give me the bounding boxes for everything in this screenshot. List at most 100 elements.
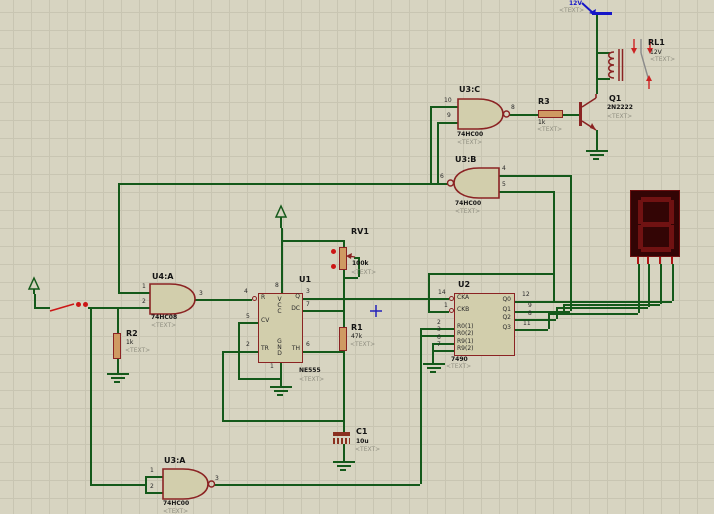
- wire-segment[interactable]: [145, 492, 163, 494]
- resistor-r1[interactable]: [339, 327, 347, 351]
- wire-segment[interactable]: [570, 175, 572, 311]
- switch-blade-icon[interactable]: [48, 300, 78, 314]
- wire-segment[interactable]: [437, 122, 458, 124]
- wire-segment[interactable]: [238, 322, 258, 324]
- wire-segment[interactable]: [343, 310, 345, 327]
- wire-segment[interactable]: [343, 351, 345, 432]
- wire-segment[interactable]: [428, 273, 553, 275]
- wire-segment[interactable]: [556, 307, 648, 309]
- u2-name-q3: Q3: [502, 324, 511, 331]
- nand-gate-u3b[interactable]: [446, 167, 501, 199]
- r2-value: 1k: [126, 339, 134, 346]
- wire-segment[interactable]: [222, 420, 343, 422]
- wire-segment[interactable]: [195, 299, 252, 301]
- relay-coil-icon: [608, 51, 615, 79]
- wire-segment[interactable]: [281, 228, 283, 293]
- wire-segment[interactable]: [303, 298, 449, 300]
- u3c-ref: U3:C: [459, 85, 481, 94]
- wire-segment[interactable]: [420, 328, 422, 484]
- wire-segment[interactable]: [430, 106, 458, 108]
- emitter-arrow-icon: [590, 123, 596, 130]
- wire-segment[interactable]: [118, 292, 150, 294]
- ground-symbol-icon[interactable]: [584, 149, 608, 162]
- q1-value: 2N2222: [607, 104, 633, 111]
- r3-ref: R3: [538, 97, 550, 106]
- wire-segment[interactable]: [238, 378, 280, 380]
- power-arrow-icon[interactable]: [274, 204, 288, 229]
- wire-segment[interactable]: [660, 264, 662, 304]
- segment-e: [638, 225, 643, 249]
- resistor-r3[interactable]: [538, 110, 563, 118]
- rv1-value: 100k: [352, 260, 369, 267]
- wire-segment[interactable]: [637, 257, 639, 264]
- wire-segment[interactable]: [548, 313, 550, 329]
- schematic-canvas[interactable]: 12V <TEXT> RL1 12V <TEXT> Q1 2N2222 <TEX…: [0, 0, 714, 514]
- wire-segment[interactable]: [499, 191, 553, 193]
- wire-segment[interactable]: [499, 175, 570, 177]
- ground-symbol-icon[interactable]: [421, 362, 445, 375]
- wire-segment[interactable]: [214, 484, 420, 486]
- wire-segment[interactable]: [222, 351, 224, 420]
- u3c-part: 74HC00: [457, 131, 484, 138]
- wire-segment[interactable]: [118, 183, 120, 292]
- and-gate-u4a[interactable]: [149, 283, 196, 315]
- wire-segment[interactable]: [672, 264, 674, 301]
- wire-segment[interactable]: [238, 322, 240, 378]
- u2-num7: 7: [437, 341, 441, 348]
- wire-segment[interactable]: [303, 310, 343, 312]
- wire-segment[interactable]: [343, 270, 345, 310]
- wire-segment[interactable]: [428, 273, 430, 311]
- wire-segment[interactable]: [432, 343, 434, 363]
- wire-segment[interactable]: [88, 307, 150, 309]
- wire-segment[interactable]: [647, 257, 649, 264]
- u4a-part: 74HC08: [151, 314, 178, 321]
- u3c-pin8: 8: [511, 104, 515, 111]
- wire-segment[interactable]: [343, 277, 358, 279]
- wire-segment[interactable]: [432, 343, 454, 345]
- seven-segment-display[interactable]: [630, 190, 680, 257]
- nand-gate-u3c[interactable]: [457, 98, 513, 130]
- wire-segment[interactable]: [343, 240, 345, 247]
- wire-segment[interactable]: [343, 444, 345, 461]
- wire-segment[interactable]: [515, 329, 548, 331]
- wire-segment[interactable]: [145, 476, 163, 478]
- segment-a: [641, 197, 671, 202]
- wire-segment[interactable]: [145, 476, 147, 492]
- wire-segment[interactable]: [281, 240, 343, 242]
- wire-segment[interactable]: [509, 114, 538, 116]
- nand-gate-u3a[interactable]: [162, 468, 218, 500]
- wire-segment[interactable]: [596, 15, 598, 94]
- wire-segment[interactable]: [222, 351, 258, 353]
- ground-symbol-icon[interactable]: [105, 372, 129, 385]
- input-terminal-icon[interactable]: [27, 276, 41, 295]
- wire-segment[interactable]: [303, 351, 343, 353]
- resistor-r2[interactable]: [113, 333, 121, 359]
- u2-name-q0: Q0: [502, 296, 511, 303]
- wire-segment[interactable]: [432, 350, 454, 352]
- ground-symbol-icon[interactable]: [331, 460, 355, 473]
- r2-ref: R2: [126, 329, 138, 338]
- wire-segment[interactable]: [90, 307, 92, 484]
- transistor-base-bar-icon: [579, 102, 582, 126]
- ground-symbol-icon[interactable]: [268, 385, 292, 398]
- wire-segment[interactable]: [659, 257, 661, 264]
- wire-segment[interactable]: [428, 311, 449, 313]
- wire-segment[interactable]: [648, 264, 650, 307]
- wire-segment[interactable]: [34, 294, 36, 307]
- wire-segment[interactable]: [548, 313, 638, 315]
- capacitor-c1-plate[interactable]: [333, 432, 350, 436]
- wire-segment[interactable]: [553, 191, 555, 301]
- wire-segment[interactable]: [638, 264, 640, 313]
- wire-segment[interactable]: [430, 106, 432, 183]
- wire-segment[interactable]: [671, 257, 673, 264]
- wire-segment[interactable]: [117, 359, 119, 373]
- wire-segment[interactable]: [90, 484, 145, 486]
- wire-segment[interactable]: [117, 307, 119, 333]
- wire-segment[interactable]: [280, 363, 282, 386]
- wire-segment[interactable]: [437, 122, 439, 183]
- transistor-q1[interactable]: [575, 93, 605, 138]
- wire-segment[interactable]: [118, 183, 448, 185]
- power-terminal-icon[interactable]: [578, 1, 614, 17]
- u2-num12: 12: [522, 291, 530, 298]
- wire-segment[interactable]: [563, 304, 660, 306]
